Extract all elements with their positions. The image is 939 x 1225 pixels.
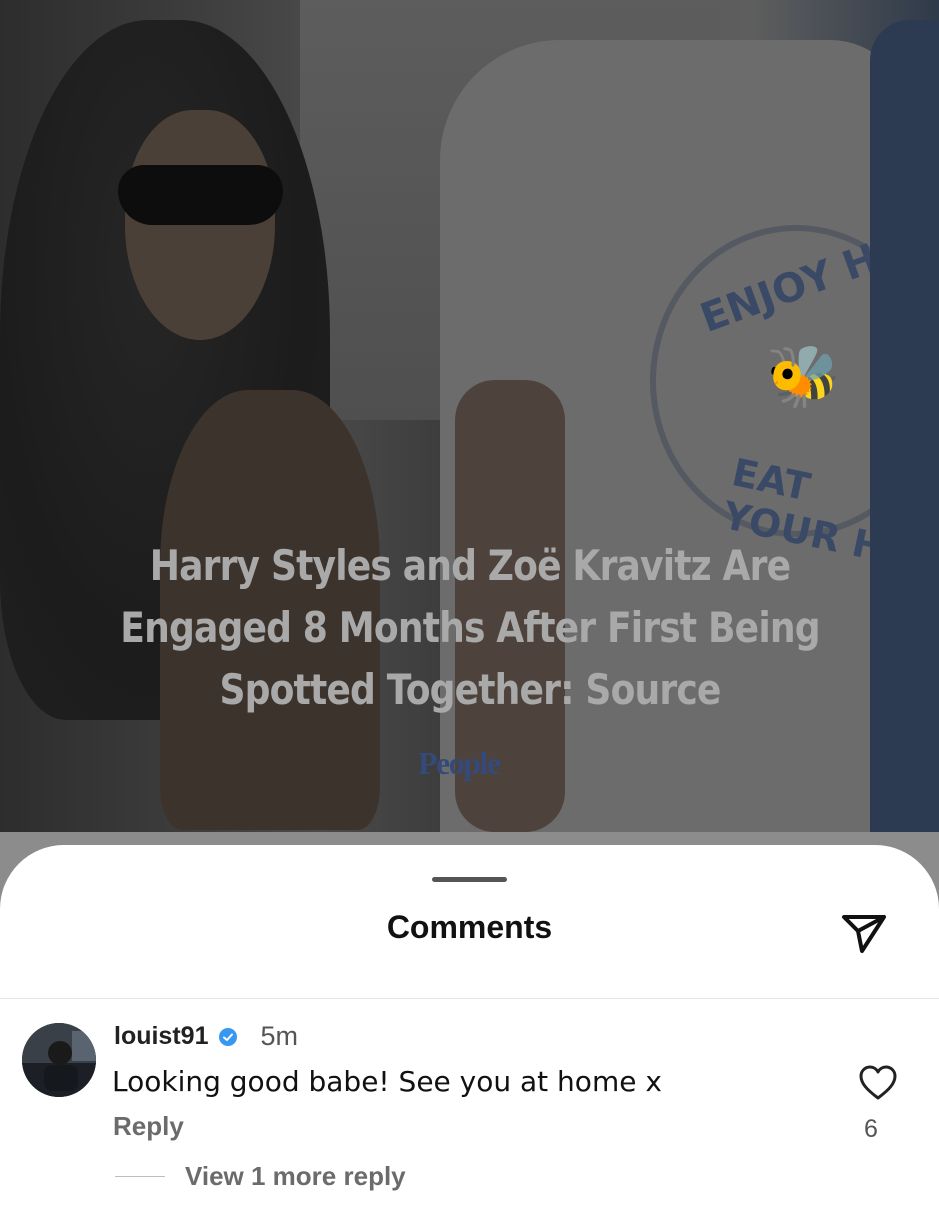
- woman-face: [125, 110, 275, 340]
- view-replies-label: View 1 more reply: [185, 1161, 406, 1191]
- people-logo: People: [418, 745, 501, 781]
- avatar-image: [22, 1023, 96, 1097]
- reply-button[interactable]: Reply: [113, 1111, 184, 1142]
- comment-username[interactable]: louist91: [114, 1022, 208, 1051]
- headline-line-2: Engaged 8 Months After First Being: [120, 603, 820, 652]
- like-count: 6: [864, 1115, 878, 1143]
- heart-icon[interactable]: [858, 1064, 898, 1102]
- verified-badge-icon: [219, 1027, 238, 1046]
- bee-graphic: 🐝: [766, 342, 841, 412]
- comment-text: Looking good babe! See you at home x: [112, 1065, 662, 1098]
- comment-header: louist91 5m: [114, 1021, 298, 1052]
- headline-line-1: Harry Styles and Zoë Kravitz Are: [149, 541, 791, 590]
- divider: [0, 998, 939, 999]
- post-headline: Harry Styles and Zoë Kravitz Are Engaged…: [100, 535, 840, 721]
- post-image: ENJOY HE 🐝 EAT YOUR H Harry Styles and Z…: [0, 0, 939, 832]
- sheet-title: Comments: [386, 909, 553, 945]
- sunglasses: [118, 165, 283, 225]
- headline-line-3: Spotted Together: Source: [219, 665, 721, 714]
- drag-handle[interactable]: [432, 877, 507, 882]
- avatar[interactable]: [22, 1023, 96, 1097]
- reply-thread-line: [115, 1176, 165, 1177]
- comment-time: 5m: [260, 1021, 298, 1051]
- denim-jacket: [870, 20, 939, 832]
- send-icon[interactable]: [838, 907, 890, 959]
- view-replies-button[interactable]: View 1 more reply: [115, 1161, 406, 1192]
- comments-sheet: Comments louist91 5m Looking good babe! …: [0, 845, 939, 1225]
